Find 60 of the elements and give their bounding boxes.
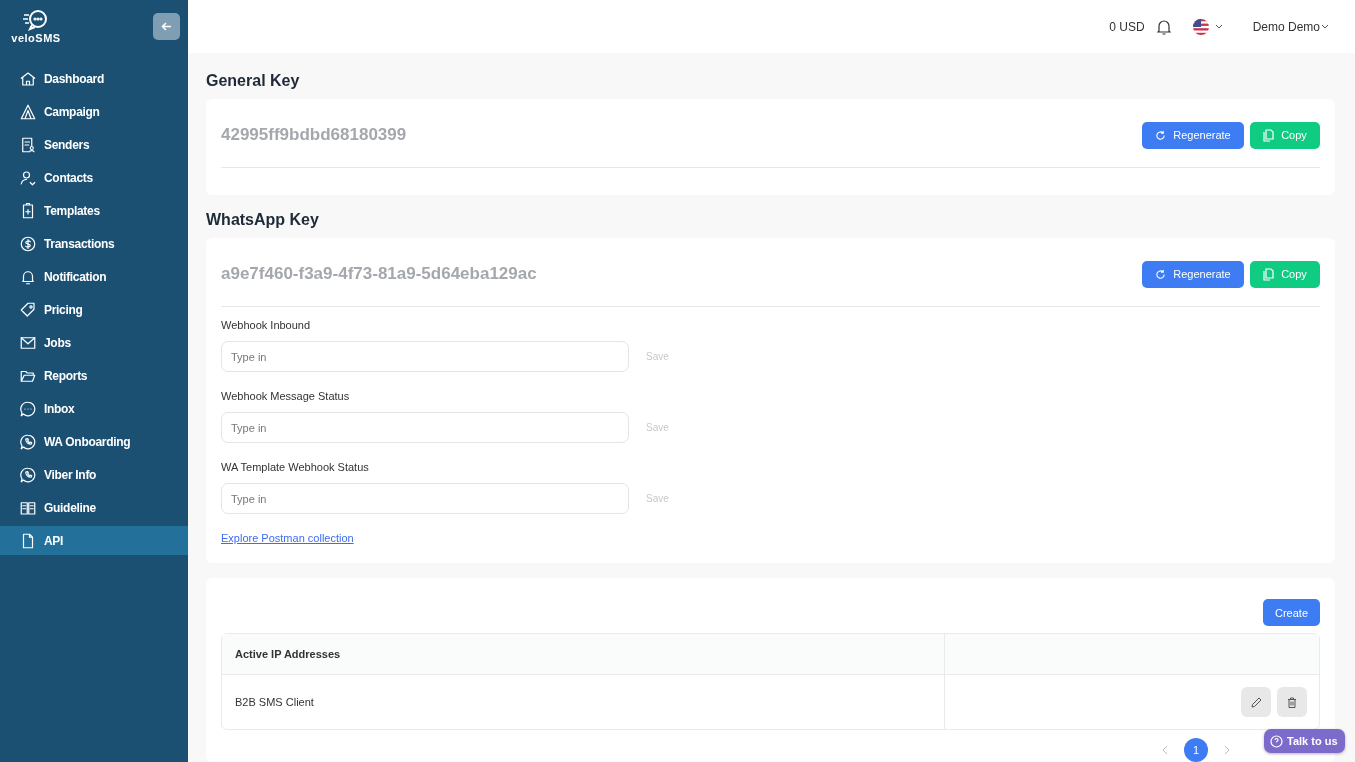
section-title: General Key — [206, 72, 301, 90]
refresh-icon — [1155, 129, 1167, 141]
nav-item[interactable]: Pricing — [0, 295, 188, 324]
help-icon — [1270, 734, 1283, 748]
nav-item[interactable]: API — [0, 526, 188, 555]
field-label: Webhook Message Status — [221, 390, 350, 403]
field-label: WA Template Webhook Status — [221, 461, 369, 474]
flag-icon[interactable] — [1192, 18, 1209, 35]
chat-icon — [19, 399, 37, 418]
field-label: Webhook Inbound — [221, 319, 311, 332]
create-button[interactable]: Create — [1263, 599, 1320, 626]
nav-item[interactable]: Jobs — [0, 328, 188, 357]
nav-item[interactable]: Viber Info — [0, 460, 188, 489]
arrow-left-icon — [161, 22, 172, 31]
nav-item[interactable]: Senders — [0, 130, 188, 159]
phone-chat-icon — [19, 465, 37, 484]
nav-item[interactable]: WA Onboarding — [0, 427, 188, 456]
logo-icon — [22, 8, 50, 32]
nav-item[interactable]: Campaign — [0, 97, 188, 126]
doc-user-icon — [19, 135, 37, 154]
refresh-icon — [1155, 268, 1167, 280]
api-key: 42995ff9bdbd68180399 — [221, 125, 407, 145]
edit-button[interactable] — [1241, 687, 1271, 717]
balance: 0 USD — [1109, 19, 1145, 34]
api-key: a9e7f460-f3a9-4f73-81a9-5d64eba129ac — [221, 264, 537, 284]
nav-item[interactable]: Inbox — [0, 394, 188, 423]
collapse-button[interactable] — [153, 13, 180, 40]
webhook-field[interactable]: Type in — [221, 483, 629, 514]
nav-item[interactable]: Reports — [0, 361, 188, 390]
phone-chat-icon — [19, 432, 37, 451]
dollar-icon — [19, 234, 37, 253]
chevron-down-icon[interactable] — [1214, 24, 1223, 29]
nav-item[interactable]: Notification — [0, 262, 188, 291]
pencil-icon — [1250, 696, 1262, 708]
regenerate-button[interactable]: Regenerate — [1142, 121, 1244, 149]
nav-item[interactable]: Transactions — [0, 229, 188, 258]
webhook-field[interactable]: Type in — [221, 412, 629, 443]
webhook-field[interactable]: Type in — [221, 341, 629, 372]
chat-widget-button[interactable]: Talk to us — [1264, 729, 1345, 753]
page-button[interactable]: 1 — [1184, 738, 1208, 762]
chevron-down-icon[interactable] — [1321, 24, 1329, 29]
users-icon — [19, 168, 37, 187]
tag-icon — [19, 300, 37, 319]
delete-button[interactable] — [1277, 687, 1307, 717]
nav-item[interactable]: Templates — [0, 196, 188, 225]
triangle-icon — [19, 102, 37, 121]
nav-item[interactable]: Guideline — [0, 493, 188, 522]
postman-link[interactable]: Explore Postman collection — [221, 532, 354, 544]
trash-icon — [1287, 696, 1297, 708]
section-title: WhatsApp Key — [206, 211, 320, 229]
nav-item[interactable]: Dashboard — [0, 64, 188, 93]
user-menu[interactable]: Demo Demo — [1252, 19, 1320, 34]
column-header: Active IP Addresses — [222, 634, 944, 675]
copy-icon — [1263, 128, 1275, 142]
logo-text: veloSMS — [11, 32, 61, 44]
nav-item[interactable]: Contacts — [0, 163, 188, 192]
table-cell-text: B2B SMS Client — [234, 695, 315, 710]
copy-icon — [1263, 267, 1275, 281]
regenerate-button[interactable]: Regenerate — [1142, 260, 1244, 288]
bell-icon[interactable] — [1156, 18, 1171, 35]
